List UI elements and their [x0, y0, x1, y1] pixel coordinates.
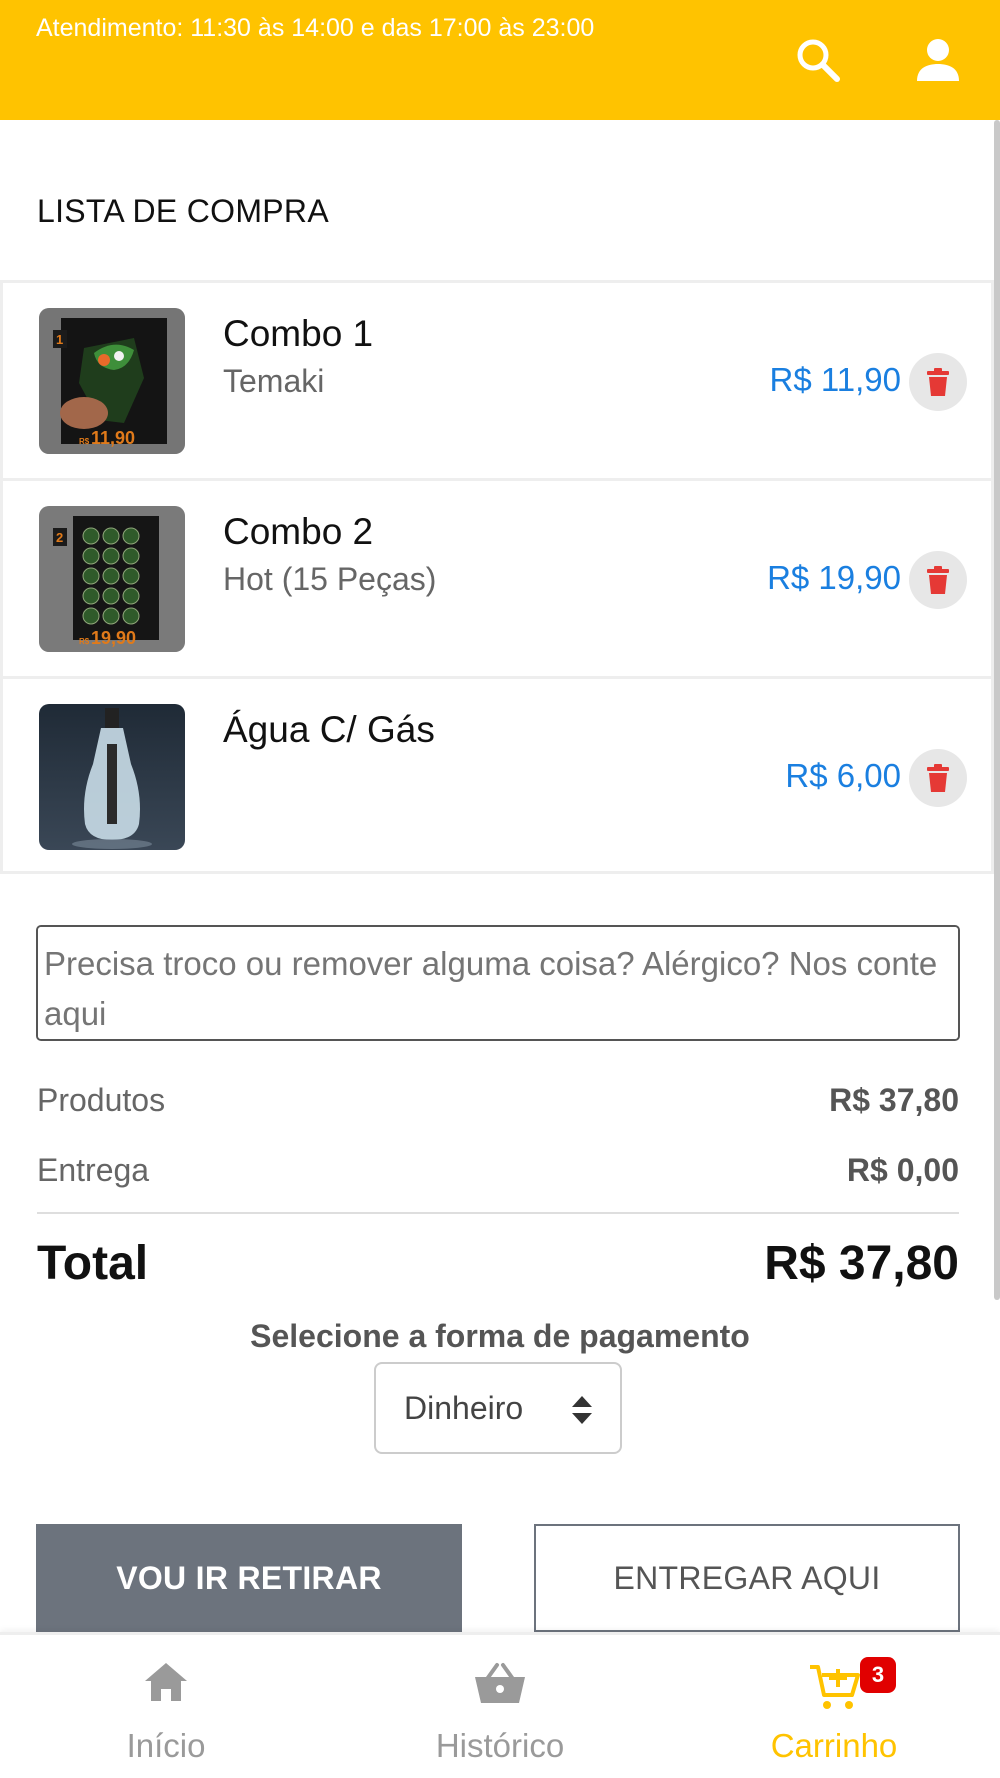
products-value: R$ 37,80: [829, 1082, 959, 1118]
products-label: Produtos: [37, 1082, 166, 1118]
product-image-combo-2: 2 R$ 19,90: [39, 506, 185, 652]
nav-cart-label: Carrinho: [770, 1727, 898, 1764]
bottom-navigation: Início Histórico 3 Carrinho: [0, 1632, 1000, 1778]
item-description: Temaki: [223, 363, 325, 399]
nav-cart[interactable]: 3 Carrinho: [704, 1635, 964, 1778]
item-price: R$ 6,00: [785, 757, 901, 794]
image-number: 2: [56, 530, 63, 545]
total-row: Total R$ 37,80: [37, 1236, 959, 1291]
deliver-here-button[interactable]: ENTREGAR AQUI: [534, 1524, 960, 1632]
cart-item: 1 R$ 11,90 Combo 1 Temaki R$ 11,90: [0, 280, 994, 478]
product-image-agua-com-gas: [39, 704, 185, 850]
payment-method-title: Selecione a forma de pagamento: [250, 1318, 750, 1354]
delivery-label: Entrega: [37, 1152, 150, 1188]
product-image-combo-1: 1 R$ 11,90: [39, 308, 185, 454]
payment-method-value: Dinheiro: [404, 1389, 524, 1426]
remove-item-button[interactable]: [909, 749, 967, 807]
nav-history-label: Histórico: [435, 1727, 565, 1764]
total-label: Total: [37, 1237, 149, 1290]
home-icon: [145, 1663, 187, 1701]
remove-item-button[interactable]: [909, 353, 967, 411]
svg-text:R$: R$: [79, 437, 90, 446]
svg-text:19,90: 19,90: [91, 628, 136, 648]
user-icon: [917, 39, 959, 81]
cart-item: 2 R$ 19,90 Combo 2 Hot (15 Peças) R$ 19,…: [0, 478, 994, 676]
products-subtotal-row: Produtos R$ 37,80: [37, 1082, 959, 1119]
trash-icon: [927, 764, 949, 792]
opening-hours: Atendimento: 11:30 às 14:00 e das 17:00 …: [36, 14, 595, 42]
image-number: 1: [56, 332, 63, 347]
svg-text:R$: R$: [79, 637, 90, 646]
svg-text:11,90: 11,90: [91, 428, 135, 448]
scrollbar[interactable]: [994, 120, 1000, 1300]
nav-home-label: Início: [126, 1727, 206, 1764]
total-value: R$ 37,80: [764, 1237, 959, 1290]
search-icon: [797, 39, 840, 82]
cart-plus-icon: [810, 1665, 860, 1709]
item-name: Combo 1: [223, 313, 374, 354]
payment-method-select[interactable]: Dinheiro: [374, 1362, 622, 1454]
user-button[interactable]: [908, 30, 968, 90]
top-bar: Atendimento: 11:30 às 14:00 e das 17:00 …: [0, 0, 1000, 120]
trash-icon: [927, 368, 949, 396]
trash-icon: [927, 566, 949, 594]
shopping-basket-icon: [475, 1663, 525, 1703]
remove-item-button[interactable]: [909, 551, 967, 609]
search-button[interactable]: [788, 30, 848, 90]
nav-history[interactable]: Histórico: [370, 1635, 630, 1778]
order-notes-field[interactable]: [36, 925, 960, 1041]
pickup-button[interactable]: VOU IR RETIRAR: [36, 1524, 462, 1632]
select-arrows-icon: [572, 1396, 592, 1424]
page-title: LISTA DE COMPRA: [37, 193, 329, 229]
item-price: R$ 11,90: [769, 361, 901, 398]
delivery-value: R$ 0,00: [846, 1152, 959, 1188]
nav-home[interactable]: Início: [36, 1635, 296, 1778]
item-price: R$ 19,90: [767, 559, 901, 596]
cart-item-list: 1 R$ 11,90 Combo 1 Temaki R$ 11,90 2 R$ …: [0, 280, 994, 874]
delivery-fee-row: Entrega R$ 0,00: [37, 1152, 959, 1189]
item-description: Hot (15 Peças): [223, 561, 437, 597]
cart-item: Água C/ Gás R$ 6,00: [0, 676, 994, 874]
item-name: Combo 2: [223, 511, 374, 552]
summary-divider: [37, 1212, 959, 1214]
item-name: Água C/ Gás: [223, 709, 435, 750]
cart-count-badge: 3: [860, 1657, 896, 1693]
